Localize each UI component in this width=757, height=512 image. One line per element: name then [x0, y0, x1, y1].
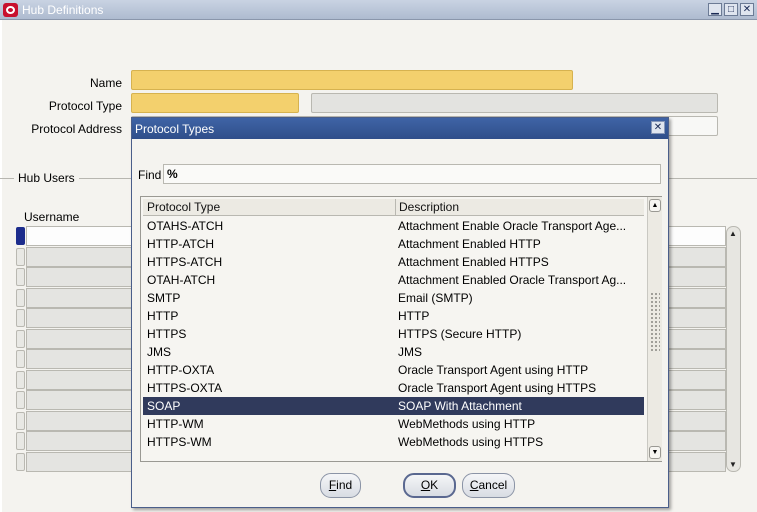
- protocol-type-field[interactable]: [131, 93, 299, 113]
- record-indicator[interactable]: [16, 309, 25, 327]
- protocol-type-cell: HTTPS-ATCH: [147, 255, 223, 269]
- list-item[interactable]: OTAH-ATCH Attachment Enabled Oracle Trans…: [143, 271, 644, 289]
- description-cell: SOAP With Attachment: [398, 399, 522, 413]
- description-column-header[interactable]: Description: [399, 200, 459, 214]
- dialog-titlebar: Protocol Types ✕: [132, 118, 668, 139]
- name-label: Name: [89, 76, 122, 90]
- record-indicator[interactable]: [16, 268, 25, 286]
- list-item[interactable]: JMS JMS: [143, 343, 644, 361]
- main-window-titlebar: Hub Definitions ▁ □ ✕: [0, 0, 757, 20]
- find-input[interactable]: [163, 164, 661, 184]
- protocol-type-cell: OTAH-ATCH: [147, 273, 216, 287]
- list-header: Protocol Type Description: [143, 199, 644, 216]
- record-indicator[interactable]: [16, 247, 25, 266]
- scroll-up-icon[interactable]: ▲: [729, 229, 737, 238]
- description-cell: Attachment Enable Oracle Transport Age..…: [398, 219, 627, 233]
- window-title: Hub Definitions: [22, 3, 104, 17]
- list-item[interactable]: HTTPS-ATCH Attachment Enabled HTTPS: [143, 253, 644, 271]
- maximize-icon[interactable]: □: [724, 3, 738, 16]
- close-icon[interactable]: ✕: [651, 121, 665, 134]
- protocol-type-cell: SOAP: [147, 399, 181, 413]
- description-cell: HTTPS (Secure HTTP): [398, 327, 522, 341]
- record-indicator[interactable]: [16, 411, 25, 430]
- description-cell: Email (SMTP): [398, 291, 473, 305]
- protocol-types-dialog: Protocol Types ✕ Find Protocol Type Desc…: [131, 117, 669, 508]
- description-cell: WebMethods using HTTPS: [398, 435, 544, 449]
- list-item[interactable]: HTTP-OXTA Oracle Transport Agent using HT…: [143, 361, 644, 379]
- scroll-down-icon[interactable]: ▼: [649, 446, 661, 459]
- column-separator: [395, 199, 396, 216]
- record-indicator[interactable]: [16, 452, 25, 471]
- protocol-type-cell: HTTP-ATCH: [147, 237, 215, 251]
- protocol-type-cell: HTTP-OXTA: [147, 363, 215, 377]
- find-button[interactable]: Find: [320, 473, 361, 498]
- list-item[interactable]: OTAHS-ATCH Attachment Enable Oracle Trans…: [143, 217, 644, 235]
- record-indicator[interactable]: [16, 329, 25, 348]
- protocol-type-cell: JMS: [147, 345, 171, 359]
- hub-users-scrollbar[interactable]: ▲ ▼: [726, 226, 741, 472]
- description-cell: Attachment Enabled HTTP: [398, 237, 541, 251]
- oracle-logo-icon[interactable]: [3, 3, 18, 17]
- close-icon[interactable]: ✕: [740, 3, 754, 16]
- find-label: Find: [138, 168, 162, 182]
- protocol-type-column-header[interactable]: Protocol Type: [147, 200, 220, 214]
- protocol-type-cell: HTTPS-WM: [147, 435, 212, 449]
- list-item[interactable]: HTTP-ATCH Attachment Enabled HTTP: [143, 235, 644, 253]
- record-indicator[interactable]: [16, 227, 25, 245]
- name-field[interactable]: [131, 70, 573, 90]
- description-cell: WebMethods using HTTP: [398, 417, 536, 431]
- record-indicator[interactable]: [16, 370, 25, 389]
- protocol-type-cell: HTTPS-OXTA: [147, 381, 223, 395]
- list-scrollbar[interactable]: ▲ ▼: [647, 197, 662, 461]
- description-cell: Oracle Transport Agent using HTTPS: [398, 381, 597, 395]
- list-item[interactable]: HTTPS-OXTA Oracle Transport Agent using H…: [143, 379, 644, 397]
- dialog-title: Protocol Types: [135, 122, 215, 136]
- description-cell: Attachment Enabled Oracle Transport Ag..…: [398, 273, 627, 287]
- record-indicator[interactable]: [16, 391, 25, 409]
- protocol-address-label: Protocol Address: [31, 122, 122, 136]
- scroll-up-icon[interactable]: ▲: [649, 199, 661, 212]
- username-column-header: Username: [24, 210, 80, 224]
- protocol-type-cell: HTTPS: [147, 327, 187, 341]
- ok-button[interactable]: OK: [403, 473, 456, 498]
- list-item[interactable]: SOAP SOAP With Attachment: [143, 397, 644, 415]
- scroll-grip[interactable]: [650, 292, 660, 352]
- record-indicator[interactable]: [16, 350, 25, 368]
- protocol-types-list: Protocol Type Description OTAHS-ATCH Atta…: [140, 196, 662, 462]
- protocol-type-cell: HTTP-WM: [147, 417, 204, 431]
- protocol-type-description-field: [311, 93, 718, 113]
- description-cell: Attachment Enabled HTTPS: [398, 255, 549, 269]
- list-item[interactable]: SMTP Email (SMTP): [143, 289, 644, 307]
- list-item[interactable]: HTTP-WM WebMethods using HTTP: [143, 415, 644, 433]
- list-rows: OTAHS-ATCH Attachment Enable Oracle Trans…: [143, 217, 644, 451]
- description-cell: Oracle Transport Agent using HTTP: [398, 363, 589, 377]
- list-item[interactable]: HTTP HTTP: [143, 307, 644, 325]
- description-cell: HTTP: [398, 309, 430, 323]
- list-item[interactable]: HTTPS-WM WebMethods using HTTPS: [143, 433, 644, 451]
- protocol-type-label: Protocol Type: [48, 99, 122, 113]
- cancel-button[interactable]: Cancel: [462, 473, 515, 498]
- protocol-type-cell: SMTP: [147, 291, 181, 305]
- protocol-type-cell: HTTP: [147, 309, 179, 323]
- minimize-icon[interactable]: ▁: [708, 3, 722, 16]
- description-cell: JMS: [398, 345, 422, 359]
- list-item[interactable]: HTTPS HTTPS (Secure HTTP): [143, 325, 644, 343]
- record-indicator[interactable]: [16, 288, 25, 307]
- record-indicator[interactable]: [16, 432, 25, 450]
- hub-users-label: Hub Users: [14, 171, 79, 185]
- scroll-down-icon[interactable]: ▼: [729, 460, 737, 469]
- protocol-type-cell: OTAHS-ATCH: [147, 219, 224, 233]
